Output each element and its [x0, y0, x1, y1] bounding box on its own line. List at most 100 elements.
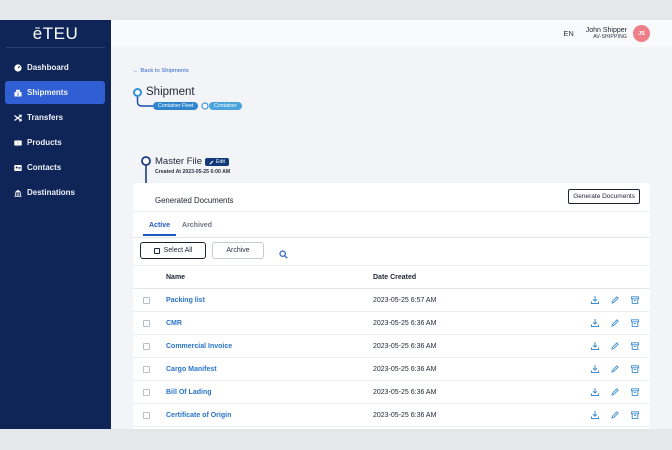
select-all-button[interactable]: Select All — [140, 242, 206, 259]
download-icon[interactable] — [590, 318, 600, 328]
document-date: 2023-05-25 6:36 AM — [373, 343, 437, 350]
table-row: Demo Document2023-05-25 6:31 AM — [133, 427, 650, 429]
edit-icon[interactable] — [610, 341, 620, 351]
document-name-link[interactable]: Packing list — [166, 297, 205, 304]
products-icon — [14, 139, 22, 147]
sidebar: ēTEU Dashboard Shipments Transfers Produ… — [0, 20, 111, 429]
sidebar-nav: Dashboard Shipments Transfers Products C… — [0, 56, 111, 204]
pencil-icon — [209, 160, 214, 164]
table-row: Cargo Manifest 2023-05-25 6:36 AM — [133, 358, 650, 381]
card-divider — [133, 211, 650, 212]
company-name: AV-SHIPPING — [593, 33, 627, 40]
table-header: Name Date Created — [133, 265, 650, 289]
master-file-title: Master File — [155, 156, 202, 167]
main-content: ← Back to Shipments Shipment Container F… — [111, 47, 672, 429]
logo-text: ēTEU — [32, 23, 79, 43]
avatar[interactable]: JS — [633, 25, 650, 42]
back-to-shipments-link[interactable]: ← Back to Shipments — [133, 68, 189, 74]
row-actions — [590, 387, 640, 397]
shipments-icon — [14, 89, 22, 97]
sidebar-item-shipments[interactable]: Shipments — [5, 81, 105, 104]
edit-icon[interactable] — [610, 410, 620, 420]
document-name-link[interactable]: Bill Of Lading — [166, 389, 212, 396]
document-date: 2023-05-25 6:36 AM — [373, 366, 437, 373]
transfers-icon — [14, 114, 22, 122]
column-date-created: Date Created — [373, 274, 417, 281]
sidebar-item-destinations[interactable]: Destinations — [5, 181, 105, 204]
edit-button[interactable]: Edit — [205, 158, 229, 166]
edit-icon[interactable] — [610, 364, 620, 374]
row-checkbox[interactable] — [143, 412, 150, 419]
table-row: Commercial Invoice 2023-05-25 6:36 AM — [133, 335, 650, 358]
row-actions — [590, 318, 640, 328]
sidebar-item-transfers[interactable]: Transfers — [5, 106, 105, 129]
download-icon[interactable] — [590, 364, 600, 374]
archive-icon[interactable] — [630, 364, 640, 374]
app-logo[interactable]: ēTEU — [6, 20, 105, 48]
archive-icon[interactable] — [630, 295, 640, 305]
row-actions — [590, 410, 640, 420]
tab-archived[interactable]: Archived — [176, 222, 218, 236]
select-all-label: Select All — [163, 247, 193, 254]
download-icon[interactable] — [590, 341, 600, 351]
document-name-link[interactable]: CMR — [166, 320, 182, 327]
top-bar: EN John Shipper AV-SHIPPING JS — [111, 20, 672, 47]
generated-documents-card: Generated Documents Generate Documents A… — [133, 183, 650, 429]
generate-documents-button[interactable]: Generate Documents — [568, 189, 640, 204]
sidebar-item-label: Transfers — [27, 113, 64, 122]
row-checkbox[interactable] — [143, 320, 150, 327]
archive-icon[interactable] — [630, 318, 640, 328]
language-selector[interactable]: EN — [563, 29, 573, 38]
download-icon[interactable] — [590, 387, 600, 397]
archive-icon[interactable] — [630, 341, 640, 351]
table-row: Packing list 2023-05-25 6:57 AM — [133, 289, 650, 312]
edit-icon[interactable] — [610, 295, 620, 305]
sidebar-item-label: Shipments — [27, 88, 68, 97]
edit-label: Edit — [216, 159, 225, 165]
sidebar-item-contacts[interactable]: Contacts — [5, 156, 105, 179]
download-icon[interactable] — [590, 295, 600, 305]
document-name-link[interactable]: Cargo Manifest — [166, 366, 217, 373]
sidebar-item-dashboard[interactable]: Dashboard — [5, 56, 105, 79]
document-date: 2023-05-25 6:36 AM — [373, 389, 437, 396]
generated-documents-title: Generated Documents — [155, 196, 234, 205]
table-row: Certificate of Origin 2023-05-25 6:36 AM — [133, 404, 650, 427]
archive-icon[interactable] — [630, 387, 640, 397]
search-icon[interactable] — [279, 246, 288, 264]
sidebar-item-label: Products — [27, 138, 62, 147]
user-info[interactable]: John Shipper AV-SHIPPING — [586, 27, 627, 41]
sidebar-item-label: Dashboard — [27, 63, 69, 72]
document-tabs: Active Archived — [143, 222, 218, 236]
breadcrumb-container[interactable]: Container — [209, 102, 242, 110]
row-actions — [590, 295, 640, 305]
row-actions — [590, 364, 640, 374]
edit-icon[interactable] — [610, 318, 620, 328]
document-date: 2023-05-25 6:36 AM — [373, 320, 437, 327]
shipment-node-icon — [133, 88, 142, 97]
document-date: 2023-05-25 6:57 AM — [373, 297, 437, 304]
tab-active[interactable]: Active — [143, 222, 177, 236]
tabs-divider — [133, 237, 650, 238]
row-actions — [590, 341, 640, 351]
document-name-link[interactable]: Commercial Invoice — [166, 343, 232, 350]
row-checkbox[interactable] — [143, 366, 150, 373]
sidebar-item-products[interactable]: Products — [5, 131, 105, 154]
checkbox-icon — [153, 247, 160, 254]
archive-button[interactable]: Archive — [212, 242, 264, 259]
table-row: CMR 2023-05-25 6:36 AM — [133, 312, 650, 335]
contacts-icon — [14, 164, 22, 172]
document-date: 2023-05-25 6:36 AM — [373, 412, 437, 419]
sidebar-item-label: Destinations — [27, 188, 76, 197]
edit-icon[interactable] — [610, 387, 620, 397]
archive-icon[interactable] — [630, 410, 640, 420]
row-checkbox[interactable] — [143, 297, 150, 304]
document-name-link[interactable]: Certificate of Origin — [166, 412, 231, 419]
created-at-text: Created At 2023-05-25 6:00 AM — [155, 169, 231, 175]
download-icon[interactable] — [590, 410, 600, 420]
dashboard-icon — [14, 63, 22, 72]
sidebar-item-label: Contacts — [27, 163, 62, 172]
column-name: Name — [166, 274, 186, 281]
row-checkbox[interactable] — [143, 343, 150, 350]
breadcrumb-container-fleet[interactable]: Container Fleet — [153, 102, 199, 110]
row-checkbox[interactable] — [143, 389, 150, 396]
